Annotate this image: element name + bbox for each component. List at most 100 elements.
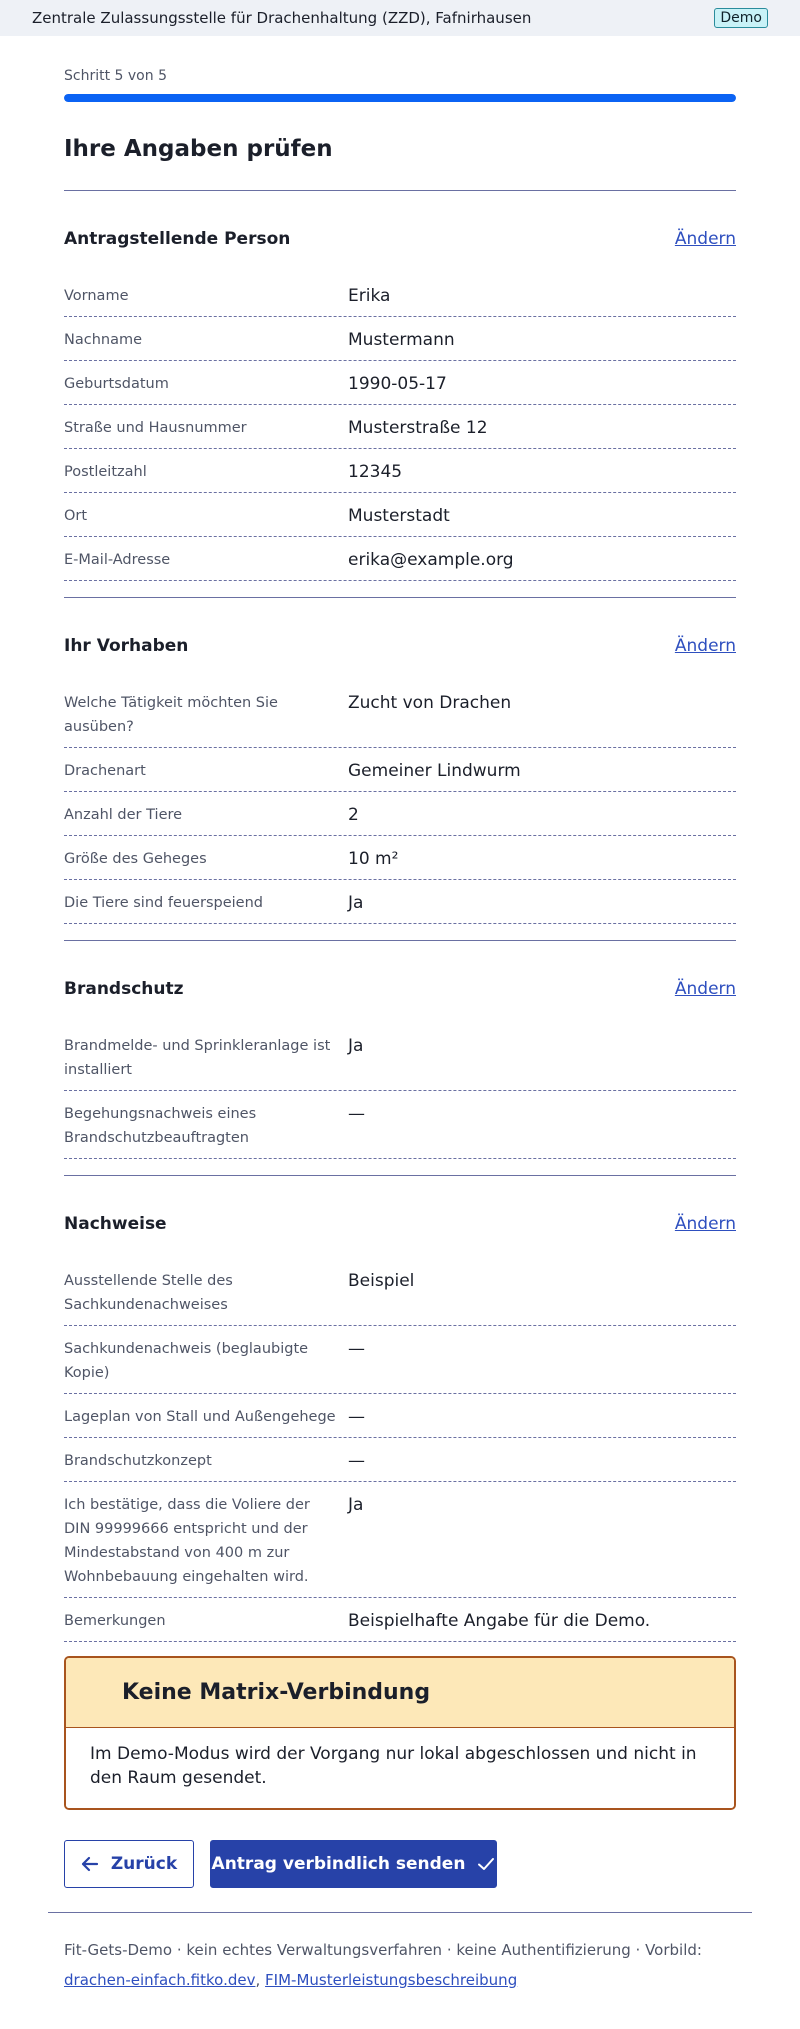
summary-label: Drachenart (64, 763, 146, 779)
summary-row: Geburtsdatum 1990-05-17 (64, 361, 736, 405)
summary-label: Die Tiere sind feuerspeiend (64, 895, 263, 911)
page-footer: Fit-Gets-Demo · kein echtes Verwaltungsv… (48, 1912, 752, 1995)
summary-label: Ort (64, 508, 88, 524)
summary-row: Bemerkungen Beispielhafte Angabe für die … (64, 1598, 736, 1642)
summary-row: Straße und Hausnummer Musterstraße 12 (64, 405, 736, 449)
summary-label: Geburtsdatum (64, 376, 169, 392)
summary-value: — (348, 1451, 365, 1471)
section-header: Brandschutz Ändern (64, 979, 736, 999)
summary-value: Gemeiner Lindwurm (348, 761, 521, 781)
summary-row: Größe des Geheges 10 m² (64, 836, 736, 880)
organization-name: Zentrale Zulassungsstelle für Drachenhal… (32, 9, 532, 27)
alert-header: Keine Matrix-Verbindung (66, 1658, 734, 1728)
review-section: Antragstellende Person Ändern Vorname Erika… (64, 229, 736, 598)
summary-value: Ja (348, 1036, 364, 1056)
summary-row: Vorname Erika (64, 273, 736, 317)
section-header: Antragstellende Person Ändern (64, 229, 736, 249)
summary-label: Brandmelde- und Sprinkleranlage ist inst… (64, 1038, 331, 1078)
main-content: Schritt 5 von 5 Ihre Angaben prüfen Antr… (64, 36, 736, 1888)
summary-row: Ausstellende Stelle des Sachkundenachwei… (64, 1258, 736, 1326)
edit-section-link[interactable]: Ändern (675, 229, 736, 249)
summary-row: Ort Musterstadt (64, 493, 736, 537)
summary-value: 10 m² (348, 849, 399, 869)
summary-label: Begehungsnachweis eines Brandschutzbeauf… (64, 1106, 257, 1146)
summary-row: Ich bestätige, dass die Voliere der DIN … (64, 1482, 736, 1598)
alert-title: Keine Matrix-Verbindung (122, 1680, 431, 1705)
summary-label: Lageplan von Stall und Außengehege (64, 1409, 336, 1425)
edit-section-link[interactable]: Ändern (675, 979, 736, 999)
arrow-left-icon (81, 1856, 99, 1872)
step-indicator: Schritt 5 von 5 (64, 68, 167, 84)
summary-row: Begehungsnachweis eines Brandschutzbeauf… (64, 1091, 736, 1159)
summary-label: Bemerkungen (64, 1613, 166, 1629)
summary-value: Erika (348, 286, 391, 306)
summary-label: E-Mail-Adresse (64, 552, 171, 568)
summary-row: E-Mail-Adresse erika@example.org (64, 537, 736, 581)
check-icon (477, 1856, 495, 1872)
summary-label: Ausstellende Stelle des Sachkundenachwei… (64, 1273, 233, 1313)
summary-row: Anzahl der Tiere 2 (64, 792, 736, 836)
summary-label: Sachkundenachweis (beglaubigte Kopie) (64, 1341, 309, 1381)
summary-value: — (348, 1339, 365, 1359)
summary-value: Zucht von Drachen (348, 693, 512, 713)
section-title: Brandschutz (64, 979, 184, 999)
summary-label: Ich bestätige, dass die Voliere der DIN … (64, 1497, 310, 1585)
summary-label: Vorname (64, 288, 129, 304)
review-section: Brandschutz Ändern Brandmelde- und Sprinkl… (64, 979, 736, 1176)
section-title: Antragstellende Person (64, 229, 291, 249)
summary-label: Straße und Hausnummer (64, 420, 247, 436)
summary-value: 2 (348, 805, 359, 825)
review-sections: Antragstellende Person Ändern Vorname Erika… (64, 229, 736, 1642)
summary-row: Nachname Mustermann (64, 317, 736, 361)
summary-row: Brandschutzkonzept — (64, 1438, 736, 1482)
summary-label: Nachname (64, 332, 143, 348)
progress-bar-fill (64, 94, 736, 102)
summary-value: Musterstraße 12 (348, 418, 488, 438)
review-section: Ihr Vorhaben Ändern Welche Tätigkeit möcht… (64, 636, 736, 941)
section-title: Ihr Vorhaben (64, 636, 189, 656)
footer-separator: , (255, 1971, 261, 1989)
back-button[interactable]: Zurück (64, 1840, 194, 1888)
edit-section-link[interactable]: Ändern (675, 636, 736, 656)
edit-section-link[interactable]: Ändern (675, 1214, 736, 1234)
summary-label: Brandschutzkonzept (64, 1453, 212, 1469)
summary-value: Mustermann (348, 330, 455, 350)
page-title: Ihre Angaben prüfen (64, 136, 333, 162)
section-title: Nachweise (64, 1214, 167, 1234)
footer-link-drachen-einfach[interactable]: drachen-einfach.fitko.dev (64, 1971, 255, 1989)
summary-label: Größe des Geheges (64, 851, 207, 867)
summary-row: Sachkundenachweis (beglaubigte Kopie) — (64, 1326, 736, 1394)
top-bar: Zentrale Zulassungsstelle für Drachenhal… (0, 0, 800, 36)
summary-label: Welche Tätigkeit möchten Sie ausüben? (64, 695, 278, 735)
summary-value: — (348, 1104, 365, 1124)
summary-value: Musterstadt (348, 506, 450, 526)
submit-application-button[interactable]: Antrag verbindlich senden (210, 1840, 497, 1888)
summary-value: 1990-05-17 (348, 374, 447, 394)
submit-button-label: Antrag verbindlich senden (211, 1854, 466, 1874)
summary-value: Ja (348, 893, 364, 913)
progress-bar (64, 94, 736, 102)
summary-row: Drachenart Gemeiner Lindwurm (64, 748, 736, 792)
section-divider (64, 940, 736, 941)
section-divider (64, 597, 736, 598)
back-button-label: Zurück (110, 1854, 178, 1874)
summary-row: Welche Tätigkeit möchten Sie ausüben? Zuc… (64, 680, 736, 748)
form-actions: Zurück Antrag verbindlich senden (64, 1840, 736, 1888)
summary-value: 12345 (348, 462, 403, 482)
title-divider (64, 190, 736, 191)
summary-label: Postleitzahl (64, 464, 147, 480)
summary-row: Lageplan von Stall und Außengehege — (64, 1394, 736, 1438)
footer-text: Fit-Gets-Demo · kein echtes Verwaltungsv… (64, 1941, 702, 1959)
review-section: Nachweise Ändern Ausstellende Stelle des S… (64, 1214, 736, 1642)
summary-value: Beispielhafte Angabe für die Demo. (348, 1611, 651, 1631)
section-header: Ihr Vorhaben Ändern (64, 636, 736, 656)
demo-badge: Demo (714, 8, 768, 28)
summary-value: — (348, 1407, 365, 1427)
section-header: Nachweise Ändern (64, 1214, 736, 1234)
summary-value: Beispiel (348, 1271, 415, 1291)
section-divider (64, 1175, 736, 1176)
summary-row: Die Tiere sind feuerspeiend Ja (64, 880, 736, 924)
summary-value: erika@example.org (348, 550, 514, 570)
footer-link-fim[interactable]: FIM-Musterleistungsbeschreibung (265, 1971, 517, 1989)
summary-label: Anzahl der Tiere (64, 807, 183, 823)
